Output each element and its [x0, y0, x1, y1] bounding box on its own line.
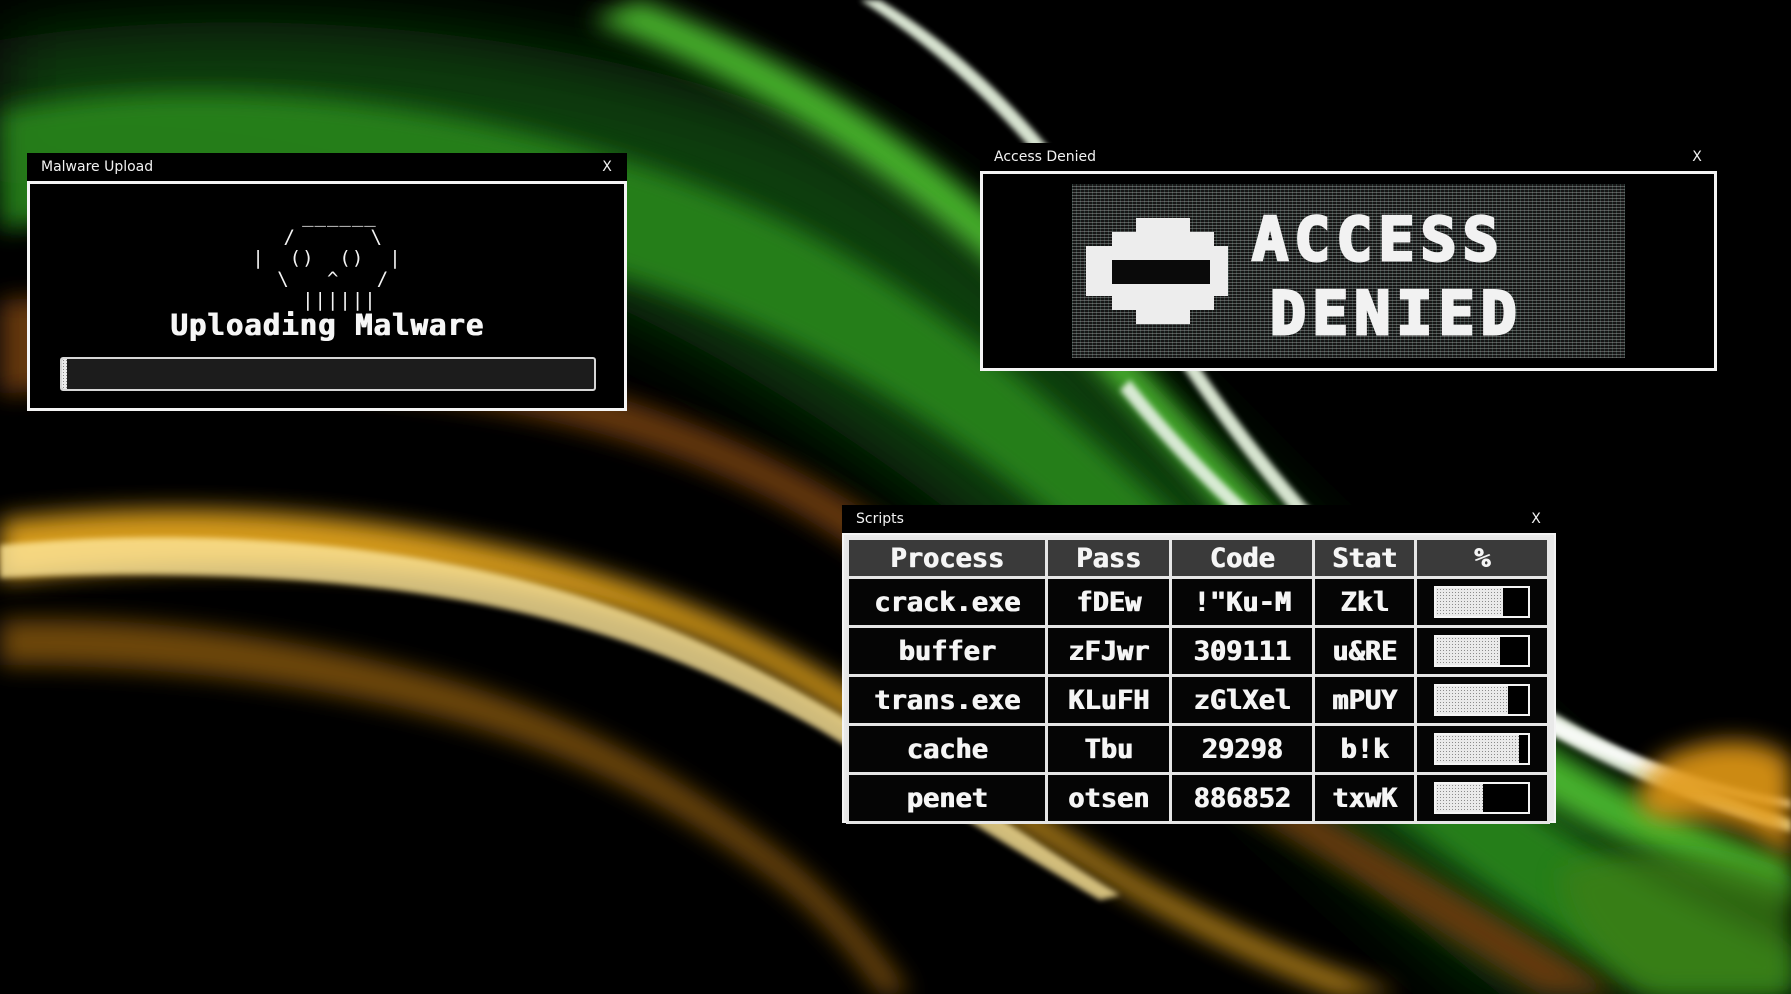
table-row: trans.exe KLuFH zGlXel mPUY [849, 677, 1547, 723]
pass-cell: Tbu [1048, 726, 1169, 772]
scripts-table: Process Pass Code Stat % crack.exe fDEw … [846, 537, 1550, 824]
process-cell: penet [849, 775, 1045, 821]
table-header-row: Process Pass Code Stat % [849, 540, 1547, 576]
code-cell: !"Ku-M [1172, 579, 1312, 625]
percent-cell [1417, 677, 1547, 723]
table-row: buffer zFJwr 309111 u&RE [849, 628, 1547, 674]
malware-upload-window: Malware Upload X ______ / \ | () () | \ … [27, 153, 627, 411]
column-header-code: Code [1172, 540, 1312, 576]
column-header-stat: Stat [1315, 540, 1414, 576]
pass-cell: otsen [1048, 775, 1169, 821]
process-cell: crack.exe [849, 579, 1045, 625]
window-title: Access Denied [994, 149, 1097, 165]
access-denied-titlebar[interactable]: Access Denied X [980, 143, 1717, 171]
close-button[interactable]: X [599, 153, 615, 181]
row-progress-fill [1436, 735, 1519, 763]
window-title: Scripts [856, 511, 904, 527]
row-progress-fill [1436, 588, 1504, 616]
table-row: penet otsen 886852 txwK [849, 775, 1547, 821]
skull-icon: ______ / \ | () () | \ ^ / |||||| [252, 205, 402, 311]
code-cell: zGlXel [1172, 677, 1312, 723]
percent-cell [1417, 628, 1547, 674]
column-header-percent: % [1417, 540, 1547, 576]
pass-cell: fDEw [1048, 579, 1169, 625]
code-cell: 886852 [1172, 775, 1312, 821]
row-progress-fill [1436, 784, 1483, 812]
upload-progress-bar [60, 357, 596, 391]
percent-cell [1417, 579, 1547, 625]
table-row: crack.exe fDEw !"Ku-M Zkl [849, 579, 1547, 625]
pass-cell: zFJwr [1048, 628, 1169, 674]
column-header-process: Process [849, 540, 1045, 576]
stat-cell: txwK [1315, 775, 1414, 821]
row-progress-bar [1434, 733, 1530, 765]
code-cell: 309111 [1172, 628, 1312, 674]
access-denied-body: ACCESS DENIED [980, 171, 1717, 371]
access-denied-banner: ACCESS DENIED [1072, 184, 1625, 358]
process-cell: buffer [849, 628, 1045, 674]
column-header-pass: Pass [1048, 540, 1169, 576]
row-progress-fill [1436, 637, 1501, 665]
upload-progress-fill [62, 359, 68, 389]
desktop: Malware Upload X ______ / \ | () () | \ … [0, 0, 1791, 994]
close-button[interactable]: X [1528, 505, 1544, 533]
row-progress-fill [1436, 686, 1508, 714]
upload-status-label: Uploading Malware [170, 308, 484, 342]
scripts-body: Process Pass Code Stat % crack.exe fDEw … [842, 533, 1556, 824]
window-title: Malware Upload [41, 159, 154, 175]
process-cell: trans.exe [849, 677, 1045, 723]
stat-cell: mPUY [1315, 677, 1414, 723]
banner-line-denied: DENIED [1270, 279, 1523, 349]
percent-cell [1417, 775, 1547, 821]
code-cell: 29298 [1172, 726, 1312, 772]
stat-cell: b!k [1315, 726, 1414, 772]
row-progress-bar [1434, 586, 1530, 618]
table-row: cache Tbu 29298 b!k [849, 726, 1547, 772]
malware-upload-body: ______ / \ | () () | \ ^ / |||||| Upload… [27, 181, 627, 411]
pass-cell: KLuFH [1048, 677, 1169, 723]
no-entry-icon [1086, 218, 1228, 324]
banner-line-access: ACCESS [1252, 205, 1505, 275]
scripts-titlebar[interactable]: Scripts X [842, 505, 1556, 533]
row-progress-bar [1434, 684, 1530, 716]
row-progress-bar [1434, 782, 1530, 814]
close-button[interactable]: X [1689, 143, 1705, 171]
stat-cell: Zkl [1315, 579, 1414, 625]
malware-upload-titlebar[interactable]: Malware Upload X [27, 153, 627, 181]
process-cell: cache [849, 726, 1045, 772]
access-denied-window: Access Denied X ACCESS DENIED [980, 143, 1717, 371]
scripts-window: Scripts X Process Pass Code Stat % crack… [842, 505, 1556, 824]
row-progress-bar [1434, 635, 1530, 667]
percent-cell [1417, 726, 1547, 772]
stat-cell: u&RE [1315, 628, 1414, 674]
